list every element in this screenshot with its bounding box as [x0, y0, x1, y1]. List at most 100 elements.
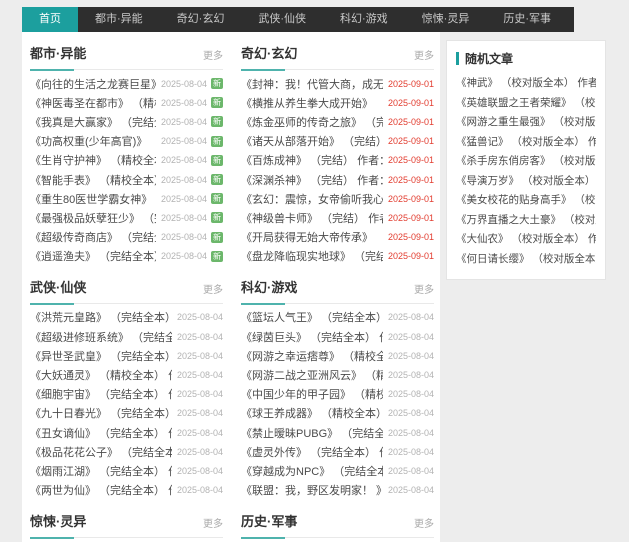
- book-link[interactable]: 《丑女谪仙》 （完结全本） 作者：南兹蜜儿: [30, 425, 172, 441]
- book-row: 《横推从养生拳大成开始》 （完结） 作者：...2025-09-01: [241, 93, 434, 112]
- book-link[interactable]: 《开局获得无始大帝传承》 （完结） 作者：...: [241, 229, 383, 245]
- new-badge: 新: [211, 136, 223, 147]
- date-label: 2025-08-04: [388, 332, 434, 342]
- more-link[interactable]: 更多: [414, 47, 434, 62]
- book-row: 《联盟：我，野区发明家！ 》 （完结全本） 作者...2025-08-04: [241, 481, 434, 500]
- date-label: 2025-09-01: [388, 232, 434, 242]
- sidebar-article-link[interactable]: 《网游之重生最强》 （校对版全本） 作者：非...: [456, 113, 596, 133]
- book-link[interactable]: 《九十日春光》 （完结全本） 作者：风荷游月: [30, 405, 172, 421]
- book-row: 《极品花花公子》 （完结全本） 作者：毒液的甜2025-08-04: [30, 442, 223, 461]
- book-link[interactable]: 《联盟：我，野区发明家！ 》 （完结全本） 作者...: [241, 482, 383, 498]
- book-link[interactable]: 《诸天从部落开始》 （完结） 作者：半瓶: [241, 133, 383, 149]
- nav-item[interactable]: 奇幻·玄幻: [160, 7, 242, 32]
- sidebar-article-link[interactable]: 《万界直播之大土豪》 （校对版全本） 作者：...: [456, 211, 596, 231]
- book-link[interactable]: 《超级传奇商店》 （完结全本） 作者：二将: [30, 229, 156, 245]
- book-link[interactable]: 《深渊杀神》 （完结） 作者：余云飞: [241, 172, 383, 188]
- date-label: 2025-08-04: [161, 155, 207, 165]
- book-link[interactable]: 《篮坛人气王》 （完结全本） 作者：减子哥哥: [241, 309, 383, 325]
- sidebar-article-link[interactable]: 《导演万岁》 （校对版全本） 作者：张云: [456, 172, 596, 192]
- date-label: 2025-08-04: [177, 428, 223, 438]
- row-bottom: 惊悚·灵异 更多 历史·军事 更多: [30, 500, 434, 542]
- book-link[interactable]: 《神级兽卡师》 （完结） 作者：周福: [241, 210, 383, 226]
- book-link[interactable]: 《异世圣武皇》 （完结全本） 作者：浅水捉鱼: [30, 348, 172, 364]
- more-link[interactable]: 更多: [203, 515, 223, 530]
- section-header: 奇幻·玄幻 更多: [241, 32, 434, 70]
- book-row: 《丑女谪仙》 （完结全本） 作者：南兹蜜儿 2025-08-04: [30, 423, 223, 442]
- sidebar-article-link[interactable]: 《杀手房东俏房客》 （校对版全本） 作者：老...: [456, 152, 596, 172]
- sidebar-article-link[interactable]: 《英雄联盟之王者荣耀》 （校对版全本） 作者...: [456, 94, 596, 114]
- nav-item[interactable]: 首页: [22, 7, 78, 32]
- sidebar-article-link[interactable]: 《何日请长缨》 （校对版全本） 作者：齐橙: [456, 250, 596, 270]
- book-link[interactable]: 《炼金巫师的传奇之旅》 （完结） 作者：孤烦: [241, 114, 383, 130]
- more-link[interactable]: 更多: [203, 47, 223, 62]
- book-link[interactable]: 《两世为仙》 （完结全本） 作者：托钵村夫: [30, 482, 172, 498]
- book-link[interactable]: 《球王养成器》 （精校全本） 作者：皇上万万岁: [241, 405, 383, 421]
- book-link[interactable]: 《横推从养生拳大成开始》 （完结） 作者：...: [241, 95, 383, 111]
- book-link[interactable]: 《穿越成为NPC》 （完结全本） 作者：网络转载: [241, 463, 383, 479]
- book-row: 《诸天从部落开始》 （完结） 作者：半瓶 2025-09-01: [241, 132, 434, 151]
- section-header: 都市·异能 更多: [30, 32, 223, 70]
- book-link[interactable]: 《封神：我！代管大商，成无上神朝》 （完...: [241, 76, 383, 92]
- book-link[interactable]: 《虚灵外传》 （完结全本） 作者：墨贱忆: [241, 444, 383, 460]
- book-link[interactable]: 《神医毒圣在都市》 （精校全本） 作者：在路上...: [30, 95, 156, 111]
- book-link[interactable]: 《重生80医世学霸女神》 （完结全本） 作者：...: [30, 191, 156, 207]
- sidebar-article-link[interactable]: 《美女校花的贴身高手》 （校对版全本） 作者...: [456, 191, 596, 211]
- date-label: 2025-08-04: [177, 351, 223, 361]
- book-link[interactable]: 《网游之幸运痞尊》 （精校全本） 作者：一路单行: [241, 348, 383, 364]
- book-link[interactable]: 《极品花花公子》 （完结全本） 作者：毒液的甜: [30, 444, 172, 460]
- sidebar-article-link[interactable]: 《大仙农》 （校对版全本） 作者：冰火阑珊: [456, 230, 596, 250]
- main-nav: 首页都市·异能奇幻·玄幻武侠·仙侠科幻·游戏惊悚·灵异历史·军事: [22, 7, 574, 32]
- section-title: 奇幻·玄幻: [241, 43, 297, 62]
- sidebar-title: 随机文章: [465, 50, 513, 67]
- book-link[interactable]: 《生肖守护神》 （精校全本） 作者：唐家三少: [30, 152, 156, 168]
- date-label: 2025-08-04: [161, 175, 207, 185]
- more-link[interactable]: 更多: [414, 281, 434, 296]
- date-label: 2025-08-04: [388, 351, 434, 361]
- nav-item[interactable]: 历史·军事: [486, 7, 568, 32]
- date-label: 2025-08-04: [388, 389, 434, 399]
- book-link[interactable]: 《网游二战之亚洲风云》 （精校全本） 作者：天...: [241, 367, 383, 383]
- book-link[interactable]: 《禁止暧昧PUBG》 （完结全本） 作者：照楠桃...: [241, 425, 383, 441]
- nav-item[interactable]: 武侠·仙侠: [241, 7, 323, 32]
- nav-item[interactable]: 都市·异能: [78, 7, 160, 32]
- date-label: 2025-09-01: [388, 136, 434, 146]
- book-row: 《开局获得无始大帝传承》 （完结） 作者：... 2025-09-01: [241, 228, 434, 247]
- book-link[interactable]: 《烟雨江湖》 （完结全本） 作者：卧龙生: [30, 463, 172, 479]
- book-link[interactable]: 《玄幻：震惊，女帝偷听我心声》 （完结） ...: [241, 191, 383, 207]
- book-row: 《玄幻：震惊，女帝偷听我心声》 （完结） ...2025-09-01: [241, 189, 434, 208]
- new-badge: 新: [211, 116, 223, 127]
- section-title: 惊悚·灵异: [30, 511, 86, 530]
- sidebar-article-link[interactable]: 《神武》 （校对版全本） 作者：武夜: [456, 74, 596, 94]
- book-link[interactable]: 《绿茵巨头》 （完结全本） 作者：空念惊海: [241, 329, 383, 345]
- book-link[interactable]: 《大妖通灵》 （精校全本） 作者：羽的法术书: [30, 367, 172, 383]
- book-link[interactable]: 《向往的生活之龙赛巨星》 （完结全本） 作者：...: [30, 76, 156, 92]
- book-row: 《篮坛人气王》 （完结全本） 作者：减子哥哥2025-08-04: [241, 308, 434, 327]
- page-container: 首页都市·异能奇幻·玄幻武侠·仙侠科幻·游戏惊悚·灵异历史·军事 都市·异能 更…: [22, 7, 607, 542]
- book-link[interactable]: 《逍遥渔夫》 （完结全本） 作者：磐石: [30, 248, 156, 264]
- book-link[interactable]: 《中国少年的甲子园》 （精校全本） 作者：纯血...: [241, 386, 383, 402]
- section-title: 科幻·游戏: [241, 277, 297, 296]
- sidebar-article-link[interactable]: 《猛兽记》 （校对版全本） 作者：知秋: [456, 133, 596, 153]
- book-link[interactable]: 《功高权重(少年高官)》 （精校全本） 作者：老...: [30, 133, 156, 149]
- date-label: 2025-09-01: [388, 155, 434, 165]
- date-label: 2025-08-04: [177, 370, 223, 380]
- book-link[interactable]: 《最强极品妖孽狂少》 （完结全本） 作者：王胤...: [30, 210, 156, 226]
- more-link[interactable]: 更多: [203, 281, 223, 296]
- book-link[interactable]: 《我真是大赢家》 （完结全本） 作者：陈二发: [30, 114, 156, 130]
- more-link[interactable]: 更多: [414, 515, 434, 530]
- book-link[interactable]: 《智能手表》 （精校全本） 作者：床上王爷: [30, 172, 156, 188]
- book-link[interactable]: 《超级进修班系统》 （完结全本） 作者：诸君与...: [30, 329, 172, 345]
- book-link[interactable]: 《细胞宇宙》 （完结全本） 作者：青灯路: [30, 386, 172, 402]
- date-label: 2025-08-04: [388, 408, 434, 418]
- date-label: 2025-09-01: [388, 251, 434, 261]
- new-badge: 新: [211, 78, 223, 89]
- date-label: 2025-08-04: [388, 447, 434, 457]
- book-link[interactable]: 《盘龙降临现实地球》 （完结） 作者：米高二: [241, 248, 383, 264]
- nav-item[interactable]: 科幻·游戏: [323, 7, 405, 32]
- book-link[interactable]: 《百炼成神》 （完结） 作者：恩赐解脱: [241, 152, 383, 168]
- book-row: 《生肖守护神》 （精校全本） 作者：唐家三少2025-08-04新: [30, 151, 223, 170]
- section-scifi: 科幻·游戏 更多 《篮坛人气王》 （完结全本） 作者：减子哥哥2025-08-0…: [241, 266, 434, 500]
- book-row: 《重生80医世学霸女神》 （完结全本） 作者：...2025-08-04新: [30, 189, 223, 208]
- book-link[interactable]: 《洪荒元皇路》 （完结全本） 作者：流浪之光: [30, 309, 172, 325]
- nav-item[interactable]: 惊悚·灵异: [405, 7, 487, 32]
